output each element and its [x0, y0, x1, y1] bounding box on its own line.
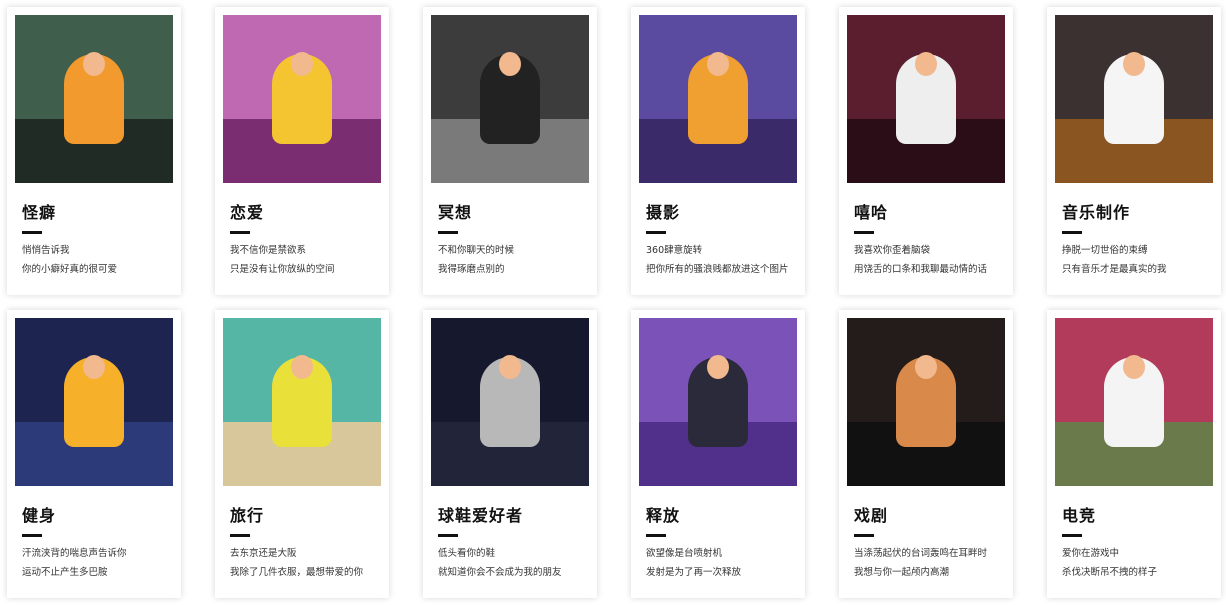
illustration-head: [83, 354, 105, 379]
card-line-2: 你的小癖好真的很可爱: [22, 264, 118, 275]
hobby-card[interactable]: 球鞋爱好者 低头看你的鞋 就知道你会不会成为我的朋友: [423, 310, 597, 598]
card-title: 旅行: [230, 506, 265, 525]
hobby-illustration: [15, 318, 173, 486]
card-title: 释放: [646, 506, 681, 525]
card-line-1: 低头看你的鞋: [438, 548, 496, 559]
title-underline: [22, 534, 42, 537]
title-underline: [646, 231, 666, 234]
card-line-1: 我不信你是禁欲系: [230, 245, 307, 256]
hobby-card[interactable]: 恋爱 我不信你是禁欲系 只是没有让你放纵的空间: [215, 7, 389, 295]
card-line-1: 360肆意旋转: [646, 245, 703, 256]
hobby-card[interactable]: 摄影 360肆意旋转 把你所有的骚浪贱都放进这个图片: [631, 7, 805, 295]
hobby-illustration: [639, 15, 797, 183]
title-underline: [646, 534, 666, 537]
card-line-2: 把你所有的骚浪贱都放进这个图片: [646, 264, 789, 275]
hobby-card[interactable]: 音乐制作 挣脱一切世俗的束缚 只有音乐才是最真实的我: [1047, 7, 1221, 295]
card-line-1: 悄悄告诉我: [22, 245, 70, 256]
illustration-head: [1123, 51, 1145, 76]
hobby-card[interactable]: 释放 欲望像是台喷射机 发射是为了再一次释放: [631, 310, 805, 598]
hobby-illustration: [15, 15, 173, 183]
illustration-head: [915, 354, 937, 379]
title-underline: [1062, 534, 1082, 537]
card-title: 嘻哈: [854, 203, 889, 222]
title-underline: [854, 231, 874, 234]
card-line-1: 挣脱一切世俗的束缚: [1062, 245, 1148, 256]
hobby-illustration: [431, 318, 589, 486]
title-underline: [230, 534, 250, 537]
card-line-2: 只是没有让你放纵的空间: [230, 264, 335, 275]
illustration-head: [1123, 354, 1145, 379]
hobby-card[interactable]: 电竞 爱你在游戏中 杀伐决断吊不拽的样子: [1047, 310, 1221, 598]
hobby-card[interactable]: 健身 汗流浃背的喘息声告诉你 运动不止产生多巴胺: [7, 310, 181, 598]
card-line-1: 不和你聊天的时候: [438, 245, 515, 256]
card-title: 球鞋爱好者: [438, 506, 524, 525]
hobby-illustration: [847, 318, 1005, 486]
card-title: 怪癖: [22, 203, 57, 222]
illustration-head: [291, 51, 313, 76]
illustration-head: [83, 51, 105, 76]
card-title: 音乐制作: [1062, 203, 1131, 222]
card-line-1: 爱你在游戏中: [1062, 548, 1120, 559]
hobby-illustration: [1055, 318, 1213, 486]
card-title: 健身: [22, 506, 57, 525]
card-line-2: 我得琢磨点别的: [438, 264, 505, 275]
card-line-2: 运动不止产生多巴胺: [22, 567, 108, 578]
illustration-head: [499, 51, 521, 76]
illustration-head: [707, 51, 729, 76]
title-underline: [230, 231, 250, 234]
illustration-head: [707, 354, 729, 379]
card-line-2: 我除了几件衣服，最想带爱的你: [230, 567, 364, 578]
card-line-1: 汗流浃背的喘息声告诉你: [22, 548, 127, 559]
hobby-card-grid: 怪癖 悄悄告诉我 你的小癖好真的很可爱 恋爱 我不信你是禁欲系 只是没有让你放纵…: [7, 7, 1221, 598]
hobby-illustration: [847, 15, 1005, 183]
illustration-head: [291, 354, 313, 379]
card-line-2: 我想与你一起颅内高潮: [854, 567, 950, 578]
title-underline: [438, 534, 458, 537]
card-line-2: 用饶舌的口条和我聊最动情的话: [854, 264, 988, 275]
card-line-2: 就知道你会不会成为我的朋友: [438, 567, 562, 578]
hobby-card[interactable]: 怪癖 悄悄告诉我 你的小癖好真的很可爱: [7, 7, 181, 295]
card-line-1: 去东京还是大阪: [230, 548, 297, 559]
title-underline: [438, 231, 458, 234]
hobby-illustration: [223, 318, 381, 486]
hobby-card[interactable]: 旅行 去东京还是大阪 我除了几件衣服，最想带爱的你: [215, 310, 389, 598]
hobby-illustration: [639, 318, 797, 486]
hobby-card[interactable]: 冥想 不和你聊天的时候 我得琢磨点别的: [423, 7, 597, 295]
card-title: 摄影: [646, 203, 681, 222]
title-underline: [854, 534, 874, 537]
card-title: 恋爱: [230, 203, 265, 222]
card-title: 冥想: [438, 203, 473, 222]
hobby-card[interactable]: 嘻哈 我喜欢你歪着脑袋 用饶舌的口条和我聊最动情的话: [839, 7, 1013, 295]
hobby-illustration: [223, 15, 381, 183]
title-underline: [1062, 231, 1082, 234]
card-line-2: 发射是为了再一次释放: [646, 567, 742, 578]
card-line-2: 杀伐决断吊不拽的样子: [1062, 567, 1158, 578]
illustration-head: [915, 51, 937, 76]
card-title: 电竞: [1062, 506, 1097, 525]
card-line-2: 只有音乐才是最真实的我: [1062, 264, 1167, 275]
hobby-card[interactable]: 戏剧 当涤荡起伏的台词轰鸣在耳畔时 我想与你一起颅内高潮: [839, 310, 1013, 598]
hobby-illustration: [1055, 15, 1213, 183]
card-line-1: 我喜欢你歪着脑袋: [854, 245, 931, 256]
hobby-illustration: [431, 15, 589, 183]
illustration-head: [499, 354, 521, 379]
card-title: 戏剧: [854, 506, 889, 525]
card-line-1: 当涤荡起伏的台词轰鸣在耳畔时: [854, 548, 988, 559]
card-line-1: 欲望像是台喷射机: [646, 548, 723, 559]
title-underline: [22, 231, 42, 234]
